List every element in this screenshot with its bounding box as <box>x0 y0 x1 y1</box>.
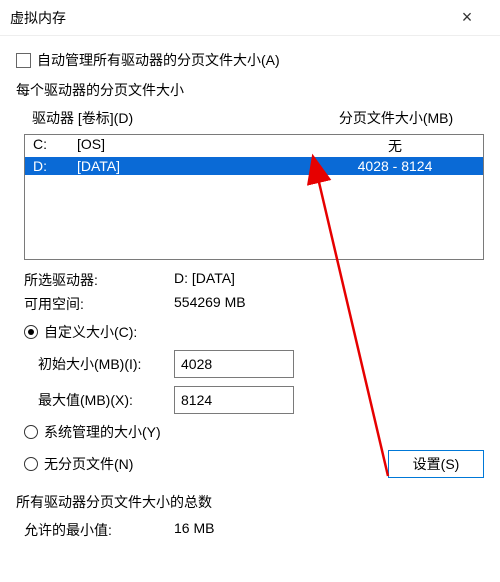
free-space-row: 可用空间: 554269 MB <box>24 294 484 314</box>
selected-drive-value: D: [DATA] <box>174 270 235 290</box>
row-label: [DATA] <box>77 158 315 174</box>
per-drive-section-label: 每个驱动器的分页文件大小 <box>16 80 484 100</box>
radio-custom[interactable] <box>24 325 38 339</box>
radio-system-label: 系统管理的大小(Y) <box>44 422 161 442</box>
selected-drive-row: 所选驱动器: D: [DATA] <box>24 270 484 290</box>
titlebar: 虚拟内存 × <box>0 0 500 36</box>
auto-manage-row: 自动管理所有驱动器的分页文件大小(A) <box>16 50 484 70</box>
row-drive: C: <box>33 136 77 156</box>
min-size-row: 允许的最小值: 16 MB <box>24 520 484 540</box>
totals-heading: 所有驱动器分页文件大小的总数 <box>16 492 484 512</box>
header-drive: 驱动器 [卷标](D) <box>32 108 316 128</box>
max-size-row: 最大值(MB)(X): <box>24 386 484 414</box>
free-space-value: 554269 MB <box>174 294 246 314</box>
radio-dot-icon <box>28 329 34 335</box>
close-icon[interactable]: × <box>444 7 490 28</box>
set-row: 无分页文件(N) 设置(S) <box>24 450 484 478</box>
drive-list-header: 驱动器 [卷标](D) 分页文件大小(MB) <box>24 106 484 130</box>
row-size: 4028 - 8124 <box>315 158 475 174</box>
max-size-label: 最大值(MB)(X): <box>24 390 174 410</box>
table-row[interactable]: D: [DATA] 4028 - 8124 <box>25 157 483 175</box>
radio-none-label: 无分页文件(N) <box>44 454 133 474</box>
initial-size-row: 初始大小(MB)(I): <box>24 350 484 378</box>
free-space-label: 可用空间: <box>24 294 174 314</box>
min-size-value: 16 MB <box>174 520 214 540</box>
row-drive: D: <box>33 158 77 174</box>
radio-system-row: 系统管理的大小(Y) <box>24 422 484 442</box>
row-size: 无 <box>315 136 475 156</box>
auto-manage-checkbox[interactable] <box>16 53 31 68</box>
header-size: 分页文件大小(MB) <box>316 108 476 128</box>
radio-custom-label: 自定义大小(C): <box>44 322 137 342</box>
set-button[interactable]: 设置(S) <box>388 450 484 478</box>
selected-drive-label: 所选驱动器: <box>24 270 174 290</box>
drive-list[interactable]: C: [OS] 无 D: [DATA] 4028 - 8124 <box>24 134 484 260</box>
window-title: 虚拟内存 <box>10 8 444 28</box>
table-row[interactable]: C: [OS] 无 <box>25 135 483 157</box>
radio-custom-row: 自定义大小(C): <box>24 322 484 342</box>
auto-manage-label: 自动管理所有驱动器的分页文件大小(A) <box>37 50 280 70</box>
radio-none[interactable] <box>24 457 38 471</box>
row-label: [OS] <box>77 136 315 156</box>
dialog-content: 自动管理所有驱动器的分页文件大小(A) 每个驱动器的分页文件大小 驱动器 [卷标… <box>0 36 500 540</box>
max-size-input[interactable] <box>174 386 294 414</box>
min-size-label: 允许的最小值: <box>24 520 174 540</box>
initial-size-input[interactable] <box>174 350 294 378</box>
radio-system[interactable] <box>24 425 38 439</box>
initial-size-label: 初始大小(MB)(I): <box>24 354 174 374</box>
